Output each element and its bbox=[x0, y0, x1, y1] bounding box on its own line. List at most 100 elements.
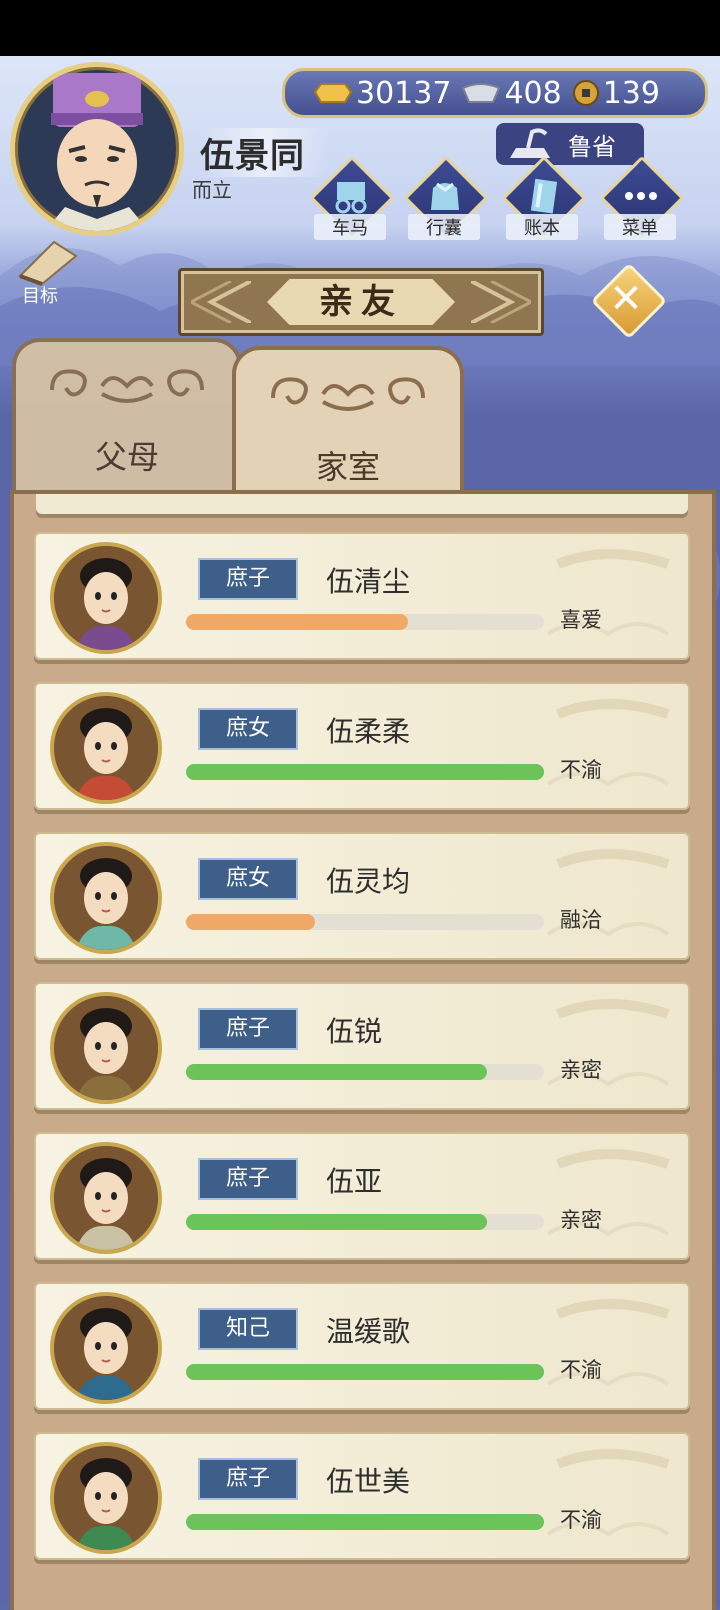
affinity-bar-fill bbox=[186, 1064, 487, 1080]
affinity-bar bbox=[186, 1214, 544, 1230]
relation-badge: 庶子 bbox=[198, 1458, 298, 1500]
mood-label: 融洽 bbox=[560, 908, 602, 932]
gold-ingot-icon bbox=[313, 83, 353, 103]
tab-parents-label: 父母 bbox=[94, 438, 159, 476]
member-name: 伍锐 bbox=[326, 1015, 383, 1048]
member-portrait bbox=[50, 1292, 162, 1404]
silver-ingot-icon bbox=[462, 83, 501, 103]
member-name: 伍灵均 bbox=[326, 865, 411, 898]
menu-button[interactable]: 菜单 bbox=[599, 155, 685, 244]
carriage-icon bbox=[335, 182, 367, 214]
mood-label: 喜爱 bbox=[560, 608, 602, 632]
copper-value: 139 bbox=[602, 75, 660, 111]
family-member-card[interactable]: 庶子 伍锐 亲密 bbox=[34, 982, 690, 1110]
family-member-card[interactable]: 庶子 伍亚 亲密 bbox=[34, 1132, 690, 1260]
player-avatar[interactable] bbox=[10, 62, 184, 236]
family-member-card[interactable]: 庶女 伍灵均 融洽 bbox=[34, 832, 690, 960]
chevron-left-decoration bbox=[191, 281, 251, 323]
affinity-bar-fill bbox=[186, 1364, 544, 1380]
cloud-pattern-decoration bbox=[546, 549, 670, 637]
ledger-icon bbox=[530, 178, 558, 214]
member-portrait bbox=[50, 542, 162, 654]
cloud-pattern-decoration bbox=[546, 1449, 670, 1537]
member-name: 伍清尘 bbox=[326, 565, 411, 598]
affinity-bar bbox=[186, 764, 544, 780]
cloud-pattern-decoration bbox=[546, 849, 670, 937]
affinity-bar-fill bbox=[186, 1214, 487, 1230]
cloud-scroll-icon bbox=[50, 369, 204, 403]
location-label: 鲁省 bbox=[568, 132, 616, 161]
cloud-pattern-decoration bbox=[546, 1149, 670, 1237]
more-icon bbox=[625, 192, 657, 200]
affinity-bar-fill bbox=[186, 1514, 544, 1530]
menu-label: 菜单 bbox=[604, 214, 676, 240]
player-age-label: 而立 bbox=[192, 178, 232, 202]
affinity-bar bbox=[186, 1064, 544, 1080]
seal-icon bbox=[510, 128, 550, 158]
close-icon: ✕ bbox=[609, 276, 643, 322]
mood-label: 亲密 bbox=[560, 1058, 602, 1082]
relation-badge: 庶女 bbox=[198, 708, 298, 750]
ledger-label: 账本 bbox=[506, 214, 578, 240]
relation-badge: 庶子 bbox=[198, 558, 298, 600]
family-member-card[interactable]: 知己 温缓歌 不渝 bbox=[34, 1282, 690, 1410]
scroll-icon bbox=[18, 240, 78, 286]
carriage-button[interactable]: 车马 bbox=[309, 155, 395, 244]
mood-label: 不渝 bbox=[560, 1508, 602, 1532]
member-portrait bbox=[50, 1442, 162, 1554]
gold-value: 30137 bbox=[356, 75, 452, 111]
family-member-card[interactable]: 庶子 伍世美 不渝 bbox=[34, 1432, 690, 1560]
location-button[interactable]: 鲁省 bbox=[496, 123, 644, 165]
relation-badge: 庶子 bbox=[198, 1008, 298, 1050]
ledger-button[interactable]: 账本 bbox=[501, 155, 587, 244]
bag-icon bbox=[431, 182, 459, 210]
bag-button[interactable]: 行囊 bbox=[403, 155, 489, 244]
affinity-bar-fill bbox=[186, 614, 408, 630]
member-name: 伍世美 bbox=[326, 1465, 411, 1498]
mood-label: 不渝 bbox=[560, 758, 602, 782]
page-title: 亲友 bbox=[267, 279, 455, 325]
affinity-bar bbox=[186, 614, 544, 630]
member-name: 伍亚 bbox=[326, 1165, 383, 1198]
cloud-scroll-icon bbox=[271, 377, 425, 411]
relation-badge: 庶女 bbox=[198, 858, 298, 900]
member-portrait bbox=[50, 842, 162, 954]
member-portrait bbox=[50, 992, 162, 1104]
chevron-right-decoration bbox=[471, 281, 531, 323]
affinity-bar-fill bbox=[186, 914, 315, 930]
family-member-card[interactable]: 庶女 伍柔柔 不渝 bbox=[34, 682, 690, 810]
member-portrait bbox=[50, 1142, 162, 1254]
affinity-bar bbox=[186, 1514, 544, 1530]
relation-badge: 庶子 bbox=[198, 1158, 298, 1200]
cloud-pattern-decoration bbox=[546, 1299, 670, 1387]
relation-badge: 知己 bbox=[198, 1308, 298, 1350]
tab-family-label: 家室 bbox=[315, 448, 380, 486]
goal-label: 目标 bbox=[22, 286, 58, 307]
silver-currency: 408 bbox=[461, 75, 562, 111]
member-name: 伍柔柔 bbox=[326, 715, 411, 748]
tab-parents[interactable]: 父母 bbox=[12, 338, 242, 494]
status-bar bbox=[0, 0, 720, 56]
goal-button[interactable]: 目标 bbox=[14, 238, 84, 307]
currency-bar: 30137 408 139 bbox=[282, 68, 708, 118]
mood-label: 不渝 bbox=[560, 1358, 602, 1382]
affinity-bar bbox=[186, 1364, 544, 1380]
carriage-label: 车马 bbox=[314, 214, 386, 240]
affinity-bar-fill bbox=[186, 764, 544, 780]
player-name: 伍景同 bbox=[200, 128, 329, 177]
copper-coin-icon bbox=[572, 80, 599, 106]
silver-value: 408 bbox=[504, 75, 562, 111]
title-banner: 亲友 bbox=[178, 268, 544, 336]
affinity-bar bbox=[186, 914, 544, 930]
family-member-card[interactable]: 庶子 伍清尘 喜爱 bbox=[34, 532, 690, 660]
bag-label: 行囊 bbox=[408, 214, 480, 240]
partial-card-top bbox=[36, 494, 688, 514]
cloud-pattern-decoration bbox=[546, 699, 670, 787]
member-portrait bbox=[50, 692, 162, 804]
cloud-pattern-decoration bbox=[546, 999, 670, 1087]
mood-label: 亲密 bbox=[560, 1208, 602, 1232]
copper-currency: 139 bbox=[572, 76, 660, 111]
member-name: 温缓歌 bbox=[326, 1315, 411, 1348]
tab-family[interactable]: 家室 bbox=[232, 346, 464, 498]
gold-currency: 30137 bbox=[313, 76, 451, 111]
